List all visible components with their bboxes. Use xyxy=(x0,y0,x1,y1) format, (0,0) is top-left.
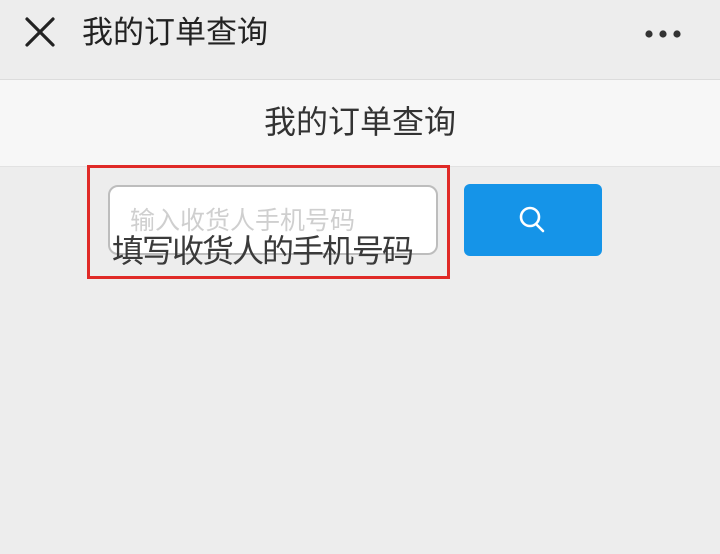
more-button[interactable] xyxy=(636,14,690,54)
close-icon xyxy=(25,17,55,47)
close-button[interactable] xyxy=(18,10,62,54)
more-horizontal-icon xyxy=(645,30,681,38)
page-title: 我的订单查询 xyxy=(263,103,456,141)
window-title: 我的订单查询 xyxy=(82,15,268,51)
search-icon xyxy=(519,206,545,233)
page-header: 我的订单查询 xyxy=(0,80,720,167)
search-button[interactable] xyxy=(464,184,602,256)
top-bar: 我的订单查询 xyxy=(0,0,720,80)
annotation-text: 填写收货人的手机号码 xyxy=(112,232,414,270)
